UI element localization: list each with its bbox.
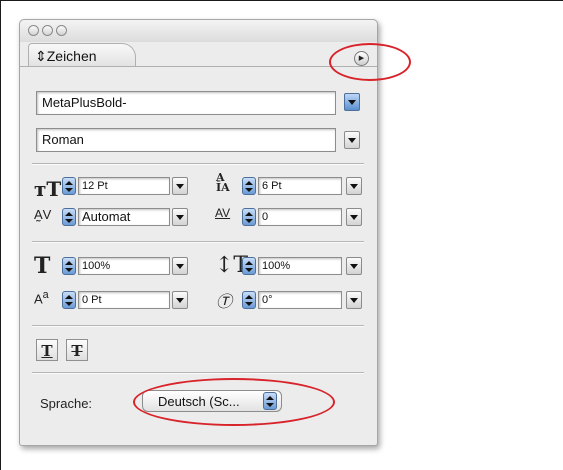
strikethrough-icon[interactable]: T — [66, 339, 88, 361]
font-family-dropdown-button[interactable] — [344, 93, 360, 111]
zoom-window-button[interactable] — [56, 25, 67, 36]
leading-field[interactable]: 6 Pt — [258, 177, 342, 195]
tab-label: Zeichen — [46, 48, 97, 64]
chevron-down-icon — [348, 100, 356, 105]
leading-stepper[interactable] — [242, 177, 256, 195]
kerning-icon: A̰V — [34, 207, 52, 222]
leading-icon: A ĪA — [216, 171, 230, 194]
vertical-scale-stepper[interactable] — [62, 257, 76, 275]
vertical-scale-icon: T — [34, 253, 51, 279]
separator — [32, 163, 364, 164]
minimize-window-button[interactable] — [42, 25, 53, 36]
highlight-ellipse-menu — [329, 43, 411, 81]
separator — [32, 241, 364, 242]
tracking-stepper[interactable] — [242, 208, 256, 226]
font-size-icon: ᴛT — [34, 177, 62, 201]
tab-sort-icon: ⇕ — [35, 48, 47, 64]
frame-left-line — [0, 0, 1, 470]
skew-dropdown-button[interactable] — [346, 291, 362, 309]
vertical-scale-field[interactable]: 100% — [78, 257, 170, 275]
baseline-shift-field[interactable]: 0 Pt — [78, 291, 170, 309]
font-style-field[interactable]: Roman — [36, 128, 336, 152]
horizontal-scale-stepper[interactable] — [242, 257, 256, 275]
font-size-field[interactable]: 12 Pt — [78, 177, 170, 195]
tracking-field[interactable]: 0 — [258, 208, 342, 226]
palette-titlebar[interactable] — [20, 20, 377, 42]
underline-icon[interactable]: T — [36, 339, 58, 361]
skew-field[interactable]: 0° — [258, 291, 342, 309]
skew-stepper[interactable] — [242, 291, 256, 309]
chevron-down-icon — [348, 138, 356, 143]
baseline-shift-stepper[interactable] — [62, 291, 76, 309]
skew-icon: Ⓣ — [216, 292, 233, 311]
font-size-stepper[interactable] — [62, 177, 76, 195]
frame-top-line — [0, 0, 563, 1]
kerning-dropdown-button[interactable] — [172, 208, 188, 226]
vertical-scale-dropdown-button[interactable] — [172, 257, 188, 275]
horizontal-scale-field[interactable]: 100% — [258, 257, 342, 275]
baseline-shift-icon: Aa — [34, 289, 49, 307]
close-window-button[interactable] — [28, 25, 39, 36]
separator — [32, 372, 364, 373]
highlight-ellipse-language — [133, 378, 335, 426]
language-label: Sprache: — [40, 396, 93, 411]
font-family-field[interactable]: MetaPlusBold- — [36, 91, 336, 115]
tab-divider — [20, 66, 377, 67]
horizontal-scale-dropdown-button[interactable] — [346, 257, 362, 275]
leading-dropdown-button[interactable] — [346, 177, 362, 195]
tracking-icon: AV — [215, 206, 231, 220]
baseline-shift-dropdown-button[interactable] — [172, 291, 188, 309]
font-style-dropdown-button[interactable] — [344, 131, 360, 149]
font-size-dropdown-button[interactable] — [172, 177, 188, 195]
tab-zeichen[interactable]: ⇕Zeichen — [28, 43, 136, 67]
kerning-field[interactable]: Automat — [78, 208, 170, 226]
kerning-stepper[interactable] — [62, 208, 76, 226]
separator — [32, 325, 364, 326]
tracking-dropdown-button[interactable] — [346, 208, 362, 226]
